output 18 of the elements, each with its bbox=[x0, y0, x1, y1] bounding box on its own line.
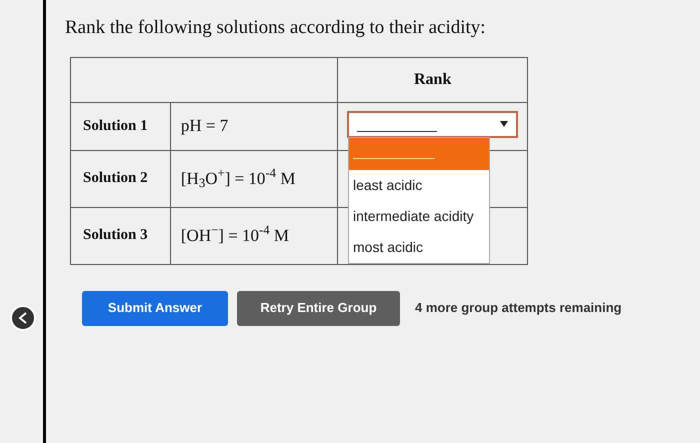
dropdown-option[interactable]: intermediate acidity bbox=[349, 200, 489, 232]
collapse-button[interactable] bbox=[10, 305, 36, 331]
rank-header: Rank bbox=[338, 57, 528, 102]
formula-cell: [H$_{3}$O$^{+}$] = 10$^{-4}$ M bbox=[170, 150, 338, 207]
rank-dropdown[interactable] bbox=[347, 110, 518, 138]
chevron-left-icon bbox=[18, 312, 28, 324]
solution-label: Solution 2 bbox=[70, 150, 170, 207]
formula-cell: [OH$^{−}$] = 10$^{-4}$ M bbox=[170, 207, 338, 264]
retry-button[interactable]: Retry Entire Group bbox=[237, 290, 400, 326]
dropdown-option[interactable]: most acidic bbox=[349, 232, 489, 262]
solution-label: Solution 1 bbox=[70, 102, 170, 150]
formula-cell: pH = 7 bbox=[170, 102, 338, 150]
submit-button[interactable]: Submit Answer bbox=[82, 290, 228, 326]
solution-label: Solution 3 bbox=[70, 207, 170, 264]
attempts-text: 4 more group attempts remaining bbox=[415, 299, 622, 318]
caret-icon bbox=[500, 121, 508, 127]
question-text: Rank the following solutions according to their acidity: bbox=[65, 16, 487, 40]
dropdown-option[interactable]: least acidic bbox=[349, 170, 489, 200]
